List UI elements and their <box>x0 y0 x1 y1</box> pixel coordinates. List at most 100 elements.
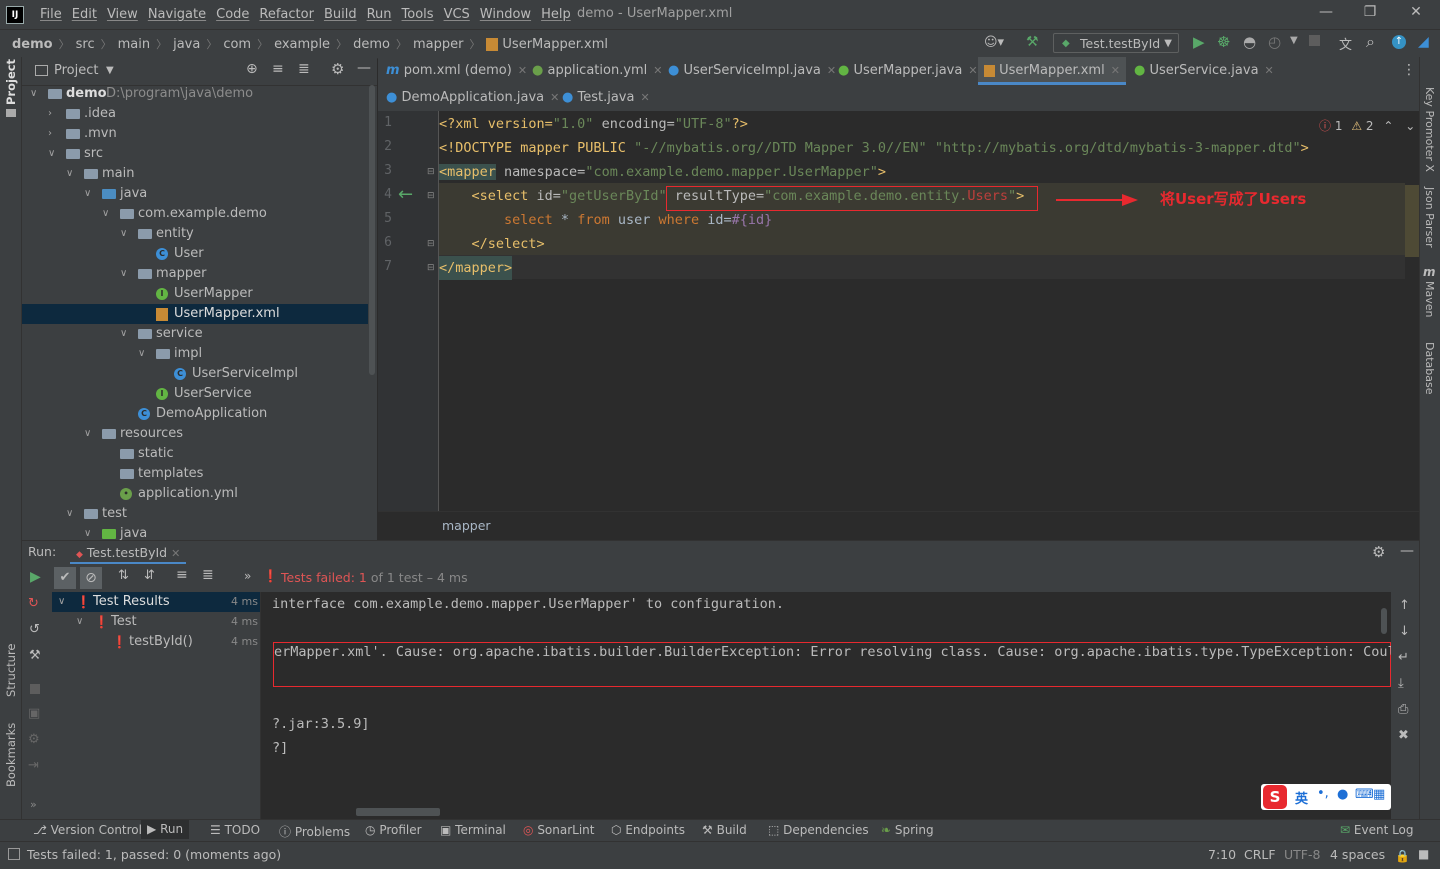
tree-item-java[interactable]: ∨ java <box>22 184 368 204</box>
tree-item-static[interactable]: static <box>22 444 368 464</box>
tab-userserviceimpl-java[interactable]: ● UserServiceImpl.java ✕ <box>668 57 836 85</box>
tab-demoapplication-java[interactable]: ● DemoApplication.java ✕ <box>386 85 559 111</box>
crumb-file[interactable]: UserMapper.xml <box>502 37 608 52</box>
locate-icon[interactable]: ⊕ <box>246 61 258 77</box>
tree-item-test[interactable]: ∨ ❗ Test 4 ms <box>52 612 260 632</box>
user-icon[interactable]: ☺▾ <box>984 35 1004 50</box>
crumb-src[interactable]: src <box>76 37 95 52</box>
tree-item-testbyid[interactable]: ❗ testById() 4 ms <box>52 632 260 652</box>
more-tabs-icon[interactable]: ⋮ <box>1402 62 1416 78</box>
tab-usermapper-xml[interactable]: UserMapper.xml ✕ <box>978 57 1126 85</box>
hide-panel-icon[interactable]: — <box>357 60 371 76</box>
minimize-icon[interactable]: — <box>1316 4 1336 20</box>
coverage-icon[interactable]: ◓ <box>1243 33 1256 51</box>
tab-pom-xml[interactable]: m pom.xml (demo) ✕ <box>386 57 527 85</box>
restore-icon[interactable]: ❐ <box>1360 4 1380 20</box>
rerun-icon[interactable]: ▶ <box>30 569 41 585</box>
chevron-down-icon[interactable]: ∨ <box>84 184 94 204</box>
print-icon[interactable]: ⎙ <box>1398 702 1408 717</box>
menu-view[interactable]: View <box>102 7 143 22</box>
wrench-icon[interactable]: ⚒ <box>29 648 41 663</box>
lock-icon[interactable]: 🔒 <box>1395 849 1410 863</box>
tree-item-com-example-demo[interactable]: ∨ com.example.demo <box>22 204 368 224</box>
menu-tools[interactable]: Tools <box>397 7 439 22</box>
gear-icon[interactable]: ⚙ <box>28 732 40 747</box>
crumb-demo-pkg[interactable]: demo <box>353 37 390 52</box>
chevron-down-icon[interactable]: ∨ <box>66 164 76 184</box>
menu-refactor[interactable]: Refactor <box>254 7 319 22</box>
navigate-to-method-arrow-icon[interactable]: ← <box>398 184 413 205</box>
tree-item-demo[interactable]: ∨ demo D:\program\java\demo <box>22 84 368 104</box>
tool-build[interactable]: ⚒ Build <box>702 823 747 837</box>
close-icon[interactable]: ✕ <box>968 64 977 77</box>
chevron-down-icon[interactable]: ∨ <box>120 324 130 344</box>
run-tab-test-testbyid[interactable]: ◆ Test.testById ✕ <box>70 541 187 565</box>
structure-tool-tab[interactable]: Structure <box>4 644 18 698</box>
close-icon[interactable]: ✕ <box>1265 64 1274 77</box>
tool-event-log[interactable]: ✉ Event Log <box>1340 823 1414 837</box>
chevron-down-icon[interactable]: ▼ <box>1290 35 1298 46</box>
tree-item-test-java[interactable]: ∨ java <box>22 524 368 540</box>
menu-build[interactable]: Build <box>319 7 362 22</box>
close-icon[interactable]: ✕ <box>653 64 662 77</box>
close-icon[interactable]: ✕ <box>1111 64 1120 77</box>
tree-item-service[interactable]: ∨ service <box>22 324 368 344</box>
profile-icon[interactable]: ◴ <box>1268 33 1281 51</box>
chevron-down-icon[interactable]: ∨ <box>66 504 76 524</box>
up-arrow-icon[interactable]: ↑ <box>1399 598 1410 613</box>
camera-icon[interactable]: ▣ <box>28 706 40 721</box>
tool-sonarlint[interactable]: ◎ SonarLint <box>523 823 595 837</box>
chevron-right-icon[interactable]: › <box>48 104 58 124</box>
toggle-auto-test-icon[interactable]: ↺ <box>29 622 40 637</box>
maven-tab[interactable]: Maven <box>1423 281 1436 317</box>
close-icon[interactable]: ✕ <box>827 64 836 77</box>
crumb-com[interactable]: com <box>223 37 251 52</box>
crumb-mapper[interactable]: mapper <box>413 37 463 52</box>
tool-windows-icon[interactable] <box>8 848 20 860</box>
more-icon[interactable]: » <box>30 798 37 811</box>
tree-item-usermapper[interactable]: I UserMapper <box>22 284 368 304</box>
tree-item-user[interactable]: C User <box>22 244 368 264</box>
close-icon[interactable]: ✕ <box>518 64 527 77</box>
tree-item-src[interactable]: ∨ src <box>22 144 368 164</box>
close-icon[interactable]: ✕ <box>640 91 649 104</box>
chevron-down-icon[interactable]: ∨ <box>84 524 94 540</box>
tool-version-control[interactable]: ⎇ Version Control <box>33 823 142 837</box>
menu-edit[interactable]: Edit <box>67 7 102 22</box>
tab-application-yml[interactable]: ● application.yml ✕ <box>532 57 663 85</box>
update-icon[interactable]: ↑ <box>1392 35 1406 49</box>
tree-item-demoapplication[interactable]: C DemoApplication <box>22 404 368 424</box>
line-separator[interactable]: CRLF <box>1244 847 1276 862</box>
tree-item-application-yml[interactable]: • application.yml <box>22 484 368 504</box>
tree-item-userserviceimpl[interactable]: C UserServiceImpl <box>22 364 368 384</box>
console-output[interactable]: interface com.example.demo.mapper.UserMa… <box>261 592 1391 819</box>
translate-icon[interactable]: 文 <box>1339 34 1352 53</box>
stop-icon[interactable] <box>1309 35 1320 46</box>
project-scrollbar[interactable] <box>369 85 375 375</box>
crumb-example[interactable]: example <box>274 37 330 52</box>
tree-item-main[interactable]: ∨ main <box>22 164 368 184</box>
chevron-down-icon[interactable]: ∨ <box>120 264 130 284</box>
tree-item-test-results[interactable]: ∨ ❗ Test Results 4 ms <box>52 592 260 612</box>
caret-position[interactable]: 7:10 <box>1208 847 1236 862</box>
fold-icon[interactable]: ⊟ <box>427 263 435 273</box>
menu-file[interactable]: File <box>35 7 67 22</box>
show-passed-icon[interactable]: ✔ <box>54 567 76 589</box>
indent-setting[interactable]: 4 spaces <box>1330 847 1385 862</box>
chevron-down-icon[interactable]: ∨ <box>30 84 40 104</box>
search-icon[interactable]: ⌕ <box>1366 32 1375 52</box>
tool-spring[interactable]: ❧ Spring <box>881 823 934 837</box>
run-icon[interactable]: ▶ <box>1193 33 1205 51</box>
project-tool-tab[interactable]: Project <box>4 59 18 105</box>
tree-item-templates[interactable]: templates <box>22 464 368 484</box>
run-config-select[interactable]: ◆ Test.testById ▼ <box>1053 33 1179 53</box>
console-hscrollbar[interactable] <box>356 808 440 816</box>
sort-alpha-icon[interactable]: ⇅ <box>118 568 129 583</box>
tool-run[interactable]: ▶ Run <box>141 820 190 839</box>
plugin-icon[interactable]: ◢ <box>1418 34 1429 50</box>
tree-item-entity[interactable]: ∨ entity <box>22 224 368 244</box>
chevron-down-icon[interactable]: ∨ <box>58 592 68 612</box>
more-icon[interactable]: » <box>244 569 251 583</box>
chevron-down-icon[interactable]: ▼ <box>106 65 114 76</box>
ime-toolbar[interactable]: S 英 •, ● ⌨ ▦ <box>1261 784 1391 810</box>
